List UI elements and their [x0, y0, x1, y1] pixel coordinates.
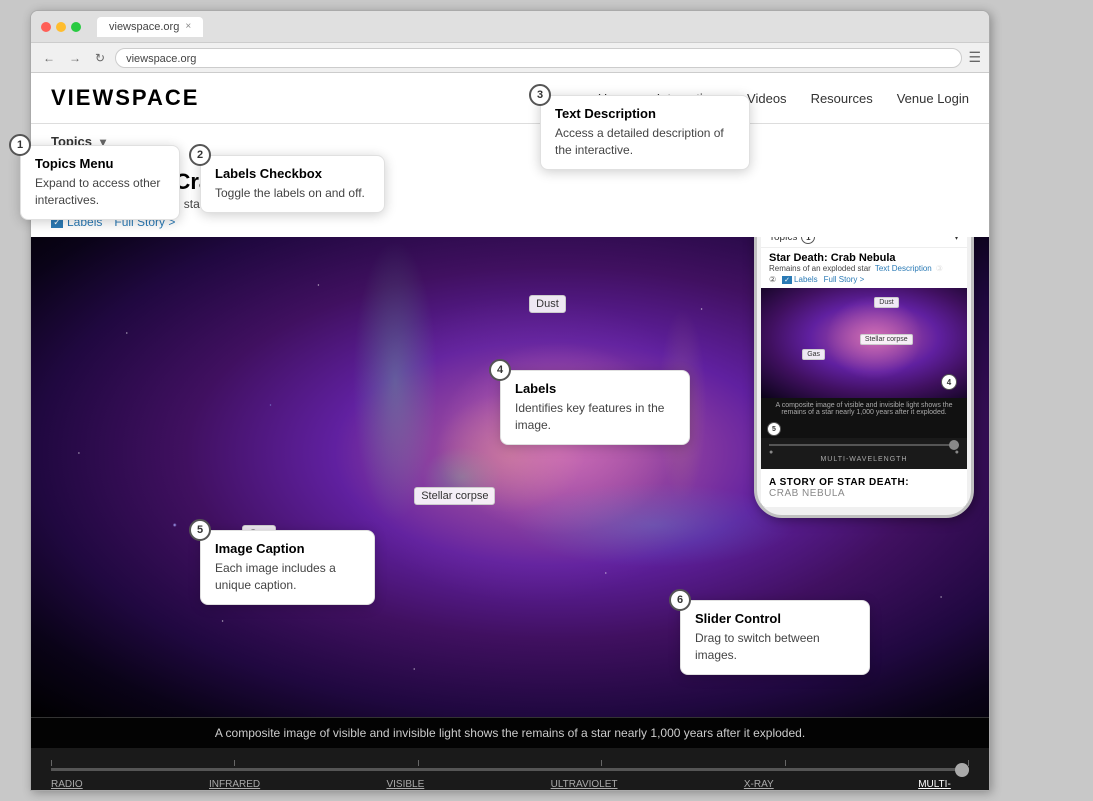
tooltip-4-number: 4 — [489, 359, 511, 381]
tooltip-2-number: 2 — [189, 144, 211, 166]
maximize-button[interactable] — [71, 22, 81, 32]
traffic-lights — [41, 22, 81, 32]
tooltip-image-caption: 5 Image Caption Each image includes a un… — [200, 530, 375, 605]
phone-num2: ② — [769, 275, 776, 284]
tooltip-6-body: Drag to switch between images. — [695, 630, 855, 664]
tab-close-button[interactable]: × — [185, 21, 191, 32]
tooltip-5-title: Image Caption — [215, 541, 360, 556]
tooltip-topics-menu: 1 Topics Menu Expand to access other int… — [20, 145, 180, 220]
slider-label-ultraviolet[interactable]: ULTRAVIOLET — [551, 779, 618, 790]
browser-menu-icon[interactable]: ☰ — [968, 49, 981, 66]
phone-page-title: Star Death: Crab Nebula — [769, 252, 959, 264]
phone-num3: ③ — [936, 264, 943, 273]
tooltip-1-title: Topics Menu — [35, 156, 165, 171]
address-bar[interactable]: viewspace.org — [115, 48, 962, 68]
tooltip-3-number: 3 — [529, 84, 551, 106]
label-dust: Dust — [529, 295, 566, 313]
back-button[interactable]: ← — [39, 49, 59, 67]
main-content: Star Death: Crab Nebula Remains of an ex… — [31, 159, 989, 790]
tick-3 — [418, 760, 419, 766]
nav-videos[interactable]: Videos — [747, 91, 787, 106]
tooltip-slider-control: 6 Slider Control Drag to switch between … — [680, 600, 870, 675]
label-stellar-corpse: Stellar corpse — [414, 487, 495, 505]
tooltip-1-number: 1 — [9, 134, 31, 156]
site-header: VIEWSPACE Home Interactives Videos Resou… — [31, 73, 989, 123]
tooltip-4-body: Identifies key features in the image. — [515, 400, 675, 434]
phone-story-subtitle: CRAB NEBULA — [769, 488, 959, 499]
slider-label-visible[interactable]: VISIBLE — [386, 779, 424, 790]
phone-wavelength-label: MULTI-WAVELENGTH — [769, 456, 959, 463]
phone-nebula-image: Dust Stellar corpse Gas 4 — [761, 288, 967, 398]
phone-num5-badge: 5 — [767, 422, 781, 436]
phone-caption: A composite image of visible and invisib… — [761, 398, 967, 420]
nav-resources[interactable]: Resources — [811, 91, 873, 106]
tooltip-6-number: 6 — [669, 589, 691, 611]
tooltip-2-body: Toggle the labels on and off. — [215, 185, 370, 202]
browser-tab[interactable]: viewspace.org × — [97, 17, 203, 37]
tooltip-5-body: Each image includes a unique caption. — [215, 560, 360, 594]
tooltip-1-body: Expand to access other interactives. — [35, 175, 165, 209]
browser-titlebar: viewspace.org × — [31, 11, 989, 43]
phone-labels-checkbox[interactable]: ✓ Labels — [782, 275, 817, 284]
nav-venue-login[interactable]: Venue Login — [897, 91, 969, 106]
tooltip-3-title: Text Description — [555, 106, 735, 121]
phone-num5-row: 5 — [761, 420, 967, 438]
phone-screen: VIEWSPACE ☰ Topics 1 ▾ Star Death: Crab … — [761, 199, 967, 507]
phone-slider-num-row: ● ● — [769, 449, 959, 456]
phone-controls: ② ✓ Labels Full Story > — [769, 275, 959, 284]
phone-page-header: Star Death: Crab Nebula Remains of an ex… — [761, 247, 967, 288]
phone-slider-area: ● ● MULTI-WAVELENGTH — [761, 438, 967, 469]
mobile-mockup: VIEWSPACE ☰ Topics 1 ▾ Star Death: Crab … — [739, 159, 989, 790]
page-subtitle: Remains of an exploded star ≡ Text Descr… — [51, 197, 969, 211]
tooltip-4-title: Labels — [515, 381, 675, 396]
phone-label-dust: Dust — [874, 297, 898, 308]
tick-2 — [234, 760, 235, 766]
phone-num4-badge: 4 — [941, 374, 957, 390]
page-title: Star Death: Crab Nebula — [51, 169, 969, 195]
phone-story-title: A STORY OF STAR DEATH: — [769, 477, 959, 488]
tab-title: viewspace.org — [109, 21, 179, 33]
phone-label-stellar: Stellar corpse — [860, 334, 913, 345]
minimize-button[interactable] — [56, 22, 66, 32]
phone-story-section: A STORY OF STAR DEATH: CRAB NEBULA — [761, 469, 967, 507]
tooltip-3-body: Access a detailed description of the int… — [555, 125, 735, 159]
tooltip-2-title: Labels Checkbox — [215, 166, 370, 181]
tick-4 — [601, 760, 602, 766]
phone-slider-thumb[interactable] — [949, 440, 959, 450]
phone-text-description-link[interactable]: Text Description — [875, 264, 932, 273]
tooltip-6-title: Slider Control — [695, 611, 855, 626]
forward-button[interactable]: → — [65, 49, 85, 67]
phone-subtitle: Remains of an exploded star Text Descrip… — [769, 264, 959, 273]
site-logo: VIEWSPACE — [51, 85, 199, 111]
close-button[interactable] — [41, 22, 51, 32]
page-controls: ✓ Labels Full Story > — [51, 215, 969, 229]
tick-1 — [51, 760, 52, 766]
phone-slider-track[interactable] — [769, 444, 959, 446]
slider-label-infrared[interactable]: INFRARED — [209, 779, 260, 790]
phone-full-story-link[interactable]: Full Story > — [824, 275, 865, 284]
tooltip-labels: 4 Labels Identifies key features in the … — [500, 370, 690, 445]
tooltip-labels-checkbox: 2 Labels Checkbox Toggle the labels on a… — [200, 155, 385, 213]
slider-label-radio[interactable]: RADIO — [51, 779, 83, 790]
tooltip-text-description: 3 Text Description Access a detailed des… — [540, 95, 750, 170]
tooltip-5-number: 5 — [189, 519, 211, 541]
phone-label-gas: Gas — [802, 349, 825, 360]
reload-button[interactable]: ↻ — [91, 49, 109, 67]
browser-navbar: ← → ↻ viewspace.org ☰ — [31, 43, 989, 73]
